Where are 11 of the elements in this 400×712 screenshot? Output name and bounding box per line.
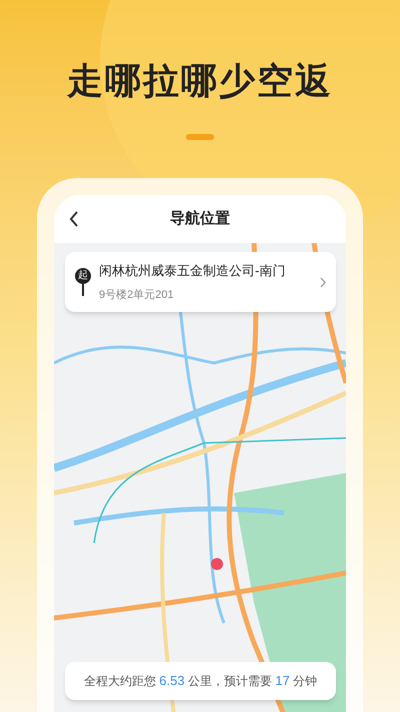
location-card[interactable]: 起 闲林杭州威泰五金制造公司-南门 9号楼2单元201 [65, 252, 336, 312]
start-badge: 起 [75, 268, 91, 284]
chevron-right-icon [320, 276, 326, 288]
headline: 走哪拉哪少空返 [67, 59, 333, 103]
back-icon [69, 211, 79, 227]
location-name: 闲林杭州威泰五金制造公司-南门 [99, 262, 286, 280]
route-summary: 全程大约距您 6.53 公里，预计需要 17 分钟 [84, 672, 318, 690]
accent-dash [186, 134, 214, 140]
location-detail: 9号楼2单元201 [99, 288, 175, 302]
pin-stem [82, 284, 84, 296]
screen-title: 导航位置 [170, 208, 230, 229]
